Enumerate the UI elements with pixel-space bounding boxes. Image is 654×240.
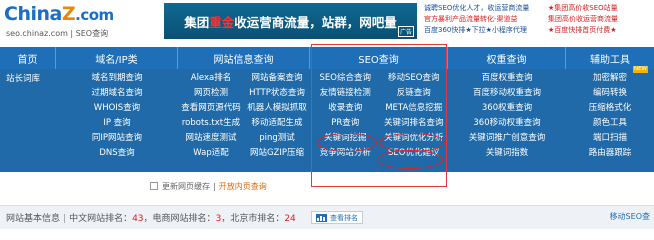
menu-link[interactable]: 移动SEO查询 (380, 71, 449, 83)
open-inner-page-link[interactable]: 开放内页查询 (219, 181, 267, 192)
header: ChinaZ.com seo.chinaz.com | SEO查询 集团重金收运… (0, 0, 654, 46)
menu-link[interactable]: IP 查询 (103, 116, 130, 128)
menu-col-weight: 百度权重查询 百度移动权重查询 360权重查询 360移动权重查询 关键词推广创… (448, 69, 566, 172)
menu-link[interactable]: 百度权重查询 (481, 71, 532, 83)
menu-link-seo-advice[interactable]: SEO优化建议 (380, 146, 449, 158)
menu-link[interactable]: WHOIS查询 (94, 101, 140, 113)
menu-link[interactable]: 360移动权重查询 (473, 116, 540, 128)
menu-link[interactable]: 域名到期查询 (91, 71, 142, 83)
menu-link[interactable]: 颜色工具 (593, 116, 627, 128)
menu-link[interactable]: 网站GZIP压缩 (244, 146, 310, 158)
menu-link[interactable]: 站长词库 (6, 72, 40, 84)
view-rank-label: 查看排名 (330, 213, 358, 222)
text-ad-link[interactable]: ★集团高价收SEO站量 (548, 3, 654, 14)
banner-ad[interactable]: 集团重金收运营商流量，站群，网吧量 广告 (164, 3, 417, 39)
nav-seo[interactable]: SEO查询 (310, 47, 448, 69)
cn-rank-value: 43 (132, 214, 144, 224)
ecom-rank-label: 电商网站排名： (152, 214, 216, 224)
update-cache-checkbox[interactable] (150, 182, 158, 190)
text-ad-link[interactable]: 集团高价收运营商流量 (548, 14, 654, 25)
menu-col-site-info: Alexa排名 网站备案查询 网页检测 HTTP状态查询 查看网页源代码 机器人模拟抓… (178, 69, 310, 172)
menu-link-keyword-optimize[interactable]: 关键词优化分析 (380, 131, 449, 143)
menu-link[interactable]: Wap适配 (178, 146, 244, 158)
bj-rank-label: 北京市排名： (230, 214, 285, 224)
menu-link[interactable]: 机器人模拟抓取 (244, 101, 310, 113)
nav-site-info[interactable]: 网站信息查询 (178, 47, 310, 69)
menu-link[interactable]: 过期域名查询 (91, 86, 142, 98)
text-ad-link[interactable]: 百度360快排★下拉★小程序代理 (424, 25, 542, 36)
text-ads-center: 诚聘SEO优化人才，收运营商流量 官方暴利产品流量转化-渠道益 百度360快排★… (424, 3, 542, 41)
separator: | (213, 181, 216, 191)
cn-rank-label: 中文网站排名： (69, 214, 133, 224)
banner-text: 集团重金收运营商流量，站群，网吧量 (184, 12, 397, 31)
nav-home[interactable]: 首页 (0, 47, 56, 69)
menu-col-domain: 域名到期查询 过期域名查询 WHOIS查询 IP 查询 同IP网站查询 DNS查… (56, 69, 178, 172)
menu-link[interactable]: 网页检测 (178, 86, 244, 98)
menu-link[interactable]: 关键词指数 (486, 146, 529, 158)
site-info-bar: 网站基本信息 | 中文网站排名：43，电商网站排名：3，北京市排名：24 查看排名 … (0, 205, 654, 229)
menu-link[interactable]: ping测试 (244, 131, 310, 143)
update-cache-label[interactable]: 更新网页缓存 (162, 181, 210, 192)
main-nav: 首页 域名/IP类 网站信息查询 SEO查询 权重查询 辅助工具 (0, 47, 654, 69)
text-ad-link[interactable]: 官方暴利产品流量转化-渠道益 (424, 14, 542, 25)
menu-link[interactable]: 百度移动权重查询 (473, 86, 541, 98)
menu-link[interactable]: 路由器跟踪 (589, 146, 632, 158)
logo-wordmark: ChinaZ.com (4, 3, 114, 25)
menu-link[interactable]: 查看网页源代码 (178, 101, 244, 113)
logo-part-z: Z (61, 3, 76, 25)
bj-rank-value: 24 (284, 214, 296, 224)
menu-link[interactable]: 友情链接检测 (311, 86, 380, 98)
menu-link[interactable]: 关键词推广创意查询 (469, 131, 546, 143)
menu-link-keyword-mining[interactable]: 关键词挖掘 (311, 131, 380, 143)
menu-link[interactable]: robots.txt生成 (178, 116, 244, 128)
menu-link[interactable]: META信息挖掘 (380, 101, 449, 113)
site-logo[interactable]: ChinaZ.com seo.chinaz.com | SEO查询 (4, 3, 154, 41)
menu-link[interactable]: 竞争网站分析 (311, 146, 380, 158)
menu-link[interactable]: 网站备案查询 (244, 71, 310, 83)
chart-icon (316, 213, 327, 222)
text-ads-right: ★集团高价收SEO站量 集团高价收运营商流量 ★百度快排首页付费★ (548, 3, 654, 41)
cache-option-row: 更新网页缓存 | 开放内页查询 (150, 180, 267, 192)
menu-col-tools: 加密解密 NEW 编码转换 压缩格式化 颜色工具 端口扫描 路由器跟踪 (566, 66, 654, 172)
menu-link[interactable]: 收录查询 (311, 101, 380, 113)
text-ad-link[interactable]: ★百度快排首页付费★ (548, 25, 654, 36)
logo-part-com: .com (75, 6, 114, 24)
menu-link[interactable]: 同IP网站查询 (92, 131, 142, 143)
banner-text-before: 集团 (184, 14, 210, 30)
banner-text-red: 重金 (209, 14, 235, 30)
menu-link[interactable]: 反链查询 (380, 86, 449, 98)
nav-domain-ip[interactable]: 域名/IP类 (56, 47, 178, 69)
logo-tagline: seo.chinaz.com | SEO查询 (6, 29, 109, 38)
menu-link[interactable]: 端口扫描 (593, 131, 627, 143)
logo-part-china: China (4, 3, 62, 25)
menu-col-home: 站长词库 (6, 69, 56, 172)
menu-link[interactable]: HTTP状态查询 (244, 86, 310, 98)
site-rank-summary: 网站基本信息 | 中文网站排名：43，电商网站排名：3，北京市排名：24 (6, 214, 296, 224)
menu-link[interactable]: 编码转换 (593, 86, 627, 98)
menu-link[interactable]: DNS查询 (99, 146, 134, 158)
mobile-seo-link[interactable]: 移动SEO查 (610, 211, 650, 222)
nav-tools-label: 辅助工具 (590, 54, 630, 66)
menu-link[interactable]: PR查询 (311, 116, 380, 128)
menu-link[interactable]: SEO综合查询 (311, 71, 380, 83)
view-rank-button[interactable]: 查看排名 (311, 211, 363, 224)
menu-col-seo: SEO综合查询 移动SEO查询 友情链接检测 反链查询 收录查询 META信息挖掘 P… (311, 69, 448, 172)
menu-link[interactable]: 关键词排名查询 (380, 116, 449, 128)
nav-weight[interactable]: 权重查询 (448, 47, 566, 69)
site-info-title: 网站基本信息 (6, 214, 61, 224)
menu-link[interactable]: 加密解密 (593, 71, 627, 83)
ad-mark: 广告 (397, 26, 414, 37)
new-badge: NEW (632, 66, 648, 73)
menu-link[interactable]: 360权重查询 (482, 101, 532, 113)
ecom-rank-value: 3 (215, 214, 222, 224)
menu-link[interactable]: 网站速度测试 (178, 131, 244, 143)
menu-link[interactable]: Alexa排名 (178, 71, 244, 83)
text-ad-link[interactable]: 诚聘SEO优化人才，收运营商流量 (424, 3, 542, 14)
menu-link[interactable]: 压缩格式化 (589, 101, 632, 113)
banner-text-after: 收运营商流量，站群，网吧量 (234, 14, 397, 30)
menu-panel: 站长词库 域名到期查询 过期域名查询 WHOIS查询 IP 查询 同IP网站查询… (0, 66, 654, 172)
menu-link[interactable]: 移动适配生成 (244, 116, 310, 128)
